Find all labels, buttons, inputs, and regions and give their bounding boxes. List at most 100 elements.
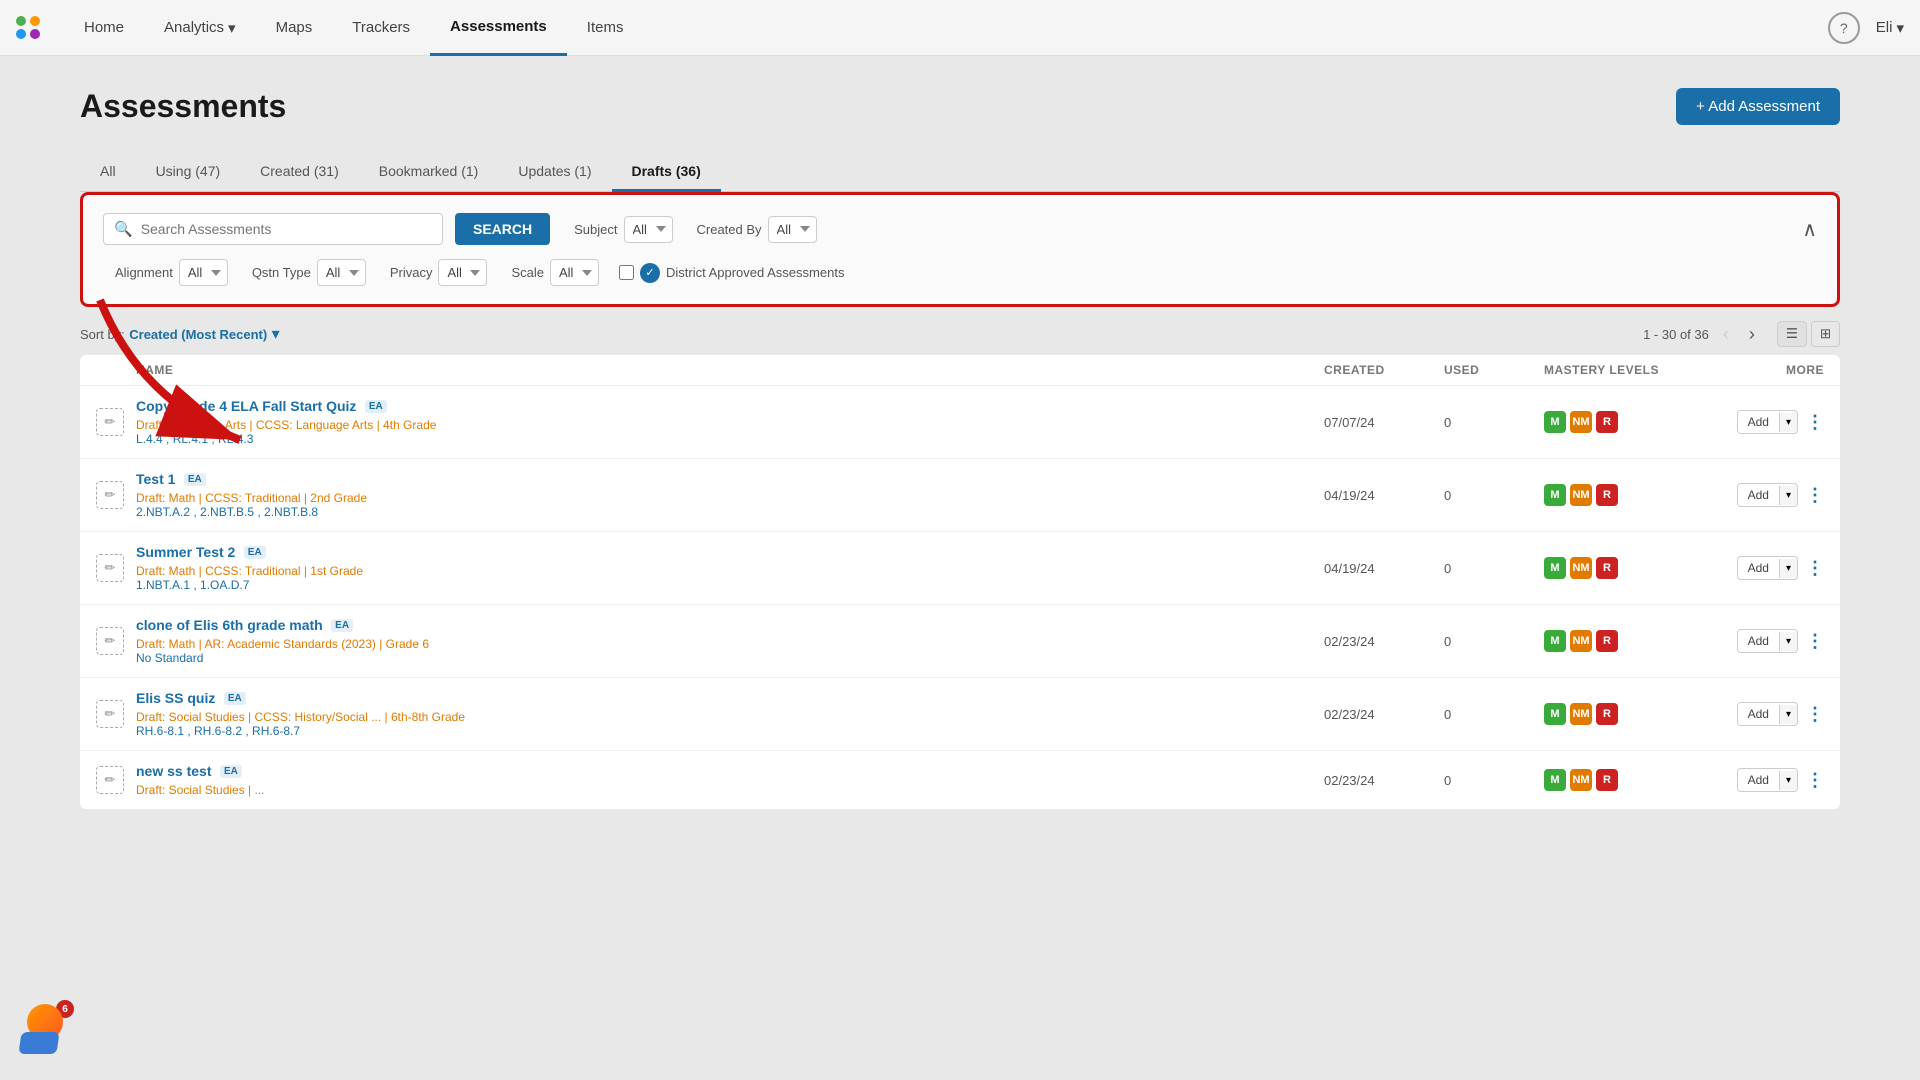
row-date: 02/23/24 [1324, 634, 1444, 649]
add-caret[interactable]: ▾ [1779, 559, 1797, 578]
row-date: 02/23/24 [1324, 773, 1444, 788]
table-row: ✏ Test 1 EA Draft: Math | CCSS: Traditio… [80, 459, 1840, 532]
search-input-wrap: 🔍 [103, 213, 443, 245]
alignment-select[interactable]: All [179, 259, 228, 286]
page-header: Assessments + Add Assessment [80, 88, 1840, 125]
prev-page-button[interactable]: ‹ [1717, 322, 1735, 347]
grid-view-button[interactable]: ⊞ [1811, 321, 1840, 347]
more-options-button[interactable]: ⋮ [1806, 485, 1824, 506]
more-options-button[interactable]: ⋮ [1806, 631, 1824, 652]
row-edit-icon[interactable]: ✏ [96, 408, 124, 436]
tab-updates[interactable]: Updates (1) [498, 153, 611, 192]
tab-created[interactable]: Created (31) [240, 153, 359, 192]
row-standards: RH.6-8.1 , RH.6-8.2 , RH.6-8.7 [136, 724, 1324, 738]
help-button[interactable]: ? [1828, 12, 1860, 44]
sort-chevron-icon: ▾ [272, 326, 280, 343]
row-name-cell: Copy Grade 4 ELA Fall Start Quiz EA Draf… [136, 398, 1324, 446]
privacy-select[interactable]: All [438, 259, 487, 286]
nav-maps[interactable]: Maps [256, 0, 333, 56]
nav-home[interactable]: Home [64, 0, 144, 56]
search-row-2: Alignment All Qstn Type All Privacy All … [103, 259, 1817, 286]
nav-assessments[interactable]: Assessments [430, 0, 567, 56]
tab-all[interactable]: All [80, 153, 136, 192]
col-more: MORE [1704, 363, 1824, 377]
add-dropdown: Add ▾ [1737, 768, 1798, 792]
app-icon-bottom [18, 1032, 59, 1054]
district-approved-checkbox[interactable] [619, 265, 634, 280]
tab-bookmarked[interactable]: Bookmarked (1) [359, 153, 499, 192]
mastery-r: R [1596, 703, 1618, 725]
mastery-r: R [1596, 557, 1618, 579]
more-options-button[interactable]: ⋮ [1806, 704, 1824, 725]
add-button[interactable]: Add [1738, 769, 1779, 791]
subject-select[interactable]: All [624, 216, 673, 243]
add-caret[interactable]: ▾ [1779, 771, 1797, 790]
row-date: 07/07/24 [1324, 415, 1444, 430]
assessment-name-link[interactable]: Summer Test 2 [136, 544, 235, 560]
mastery-nm: NM [1570, 769, 1592, 791]
row-edit-icon[interactable]: ✏ [96, 700, 124, 728]
row-date: 04/19/24 [1324, 488, 1444, 503]
assessment-name-link[interactable]: Test 1 [136, 471, 175, 487]
add-caret[interactable]: ▾ [1779, 486, 1797, 505]
nav-trackers[interactable]: Trackers [332, 0, 430, 56]
more-options-button[interactable]: ⋮ [1806, 770, 1824, 791]
bottom-left-app-icon[interactable]: 6 [20, 1004, 76, 1060]
table-header: NAME CREATED USED MASTERY LEVELS MORE [80, 355, 1840, 386]
mastery-levels: M NM R [1544, 411, 1704, 433]
row-edit-icon[interactable]: ✏ [96, 554, 124, 582]
nav-items[interactable]: Items [567, 0, 644, 56]
mastery-m: M [1544, 484, 1566, 506]
add-caret[interactable]: ▾ [1779, 413, 1797, 432]
tab-using[interactable]: Using (47) [136, 153, 241, 192]
row-actions: Add ▾ ⋮ [1704, 702, 1824, 726]
tabs-bar: All Using (47) Created (31) Bookmarked (… [80, 153, 1840, 192]
search-input[interactable] [141, 221, 432, 237]
add-button[interactable]: Add [1738, 411, 1779, 433]
mastery-levels: M NM R [1544, 703, 1704, 725]
created-by-select[interactable]: All [768, 216, 817, 243]
assessment-name-link[interactable]: new ss test [136, 763, 211, 779]
logo[interactable] [16, 16, 40, 40]
assessment-name-link[interactable]: Copy Grade 4 ELA Fall Start Quiz [136, 398, 356, 414]
view-icons: ☰ ⊞ [1777, 321, 1840, 347]
nav-analytics[interactable]: Analytics ▾ [144, 0, 256, 56]
row-meta: Draft: Math | CCSS: Traditional | 1st Gr… [136, 564, 1324, 578]
mastery-r: R [1596, 769, 1618, 791]
add-button[interactable]: Add [1738, 703, 1779, 725]
alignment-label: Alignment [115, 265, 173, 280]
add-button[interactable]: Add [1738, 630, 1779, 652]
district-approved-wrap: ✓ District Approved Assessments [619, 263, 844, 283]
sort-value[interactable]: Created (Most Recent) [129, 327, 267, 342]
add-button[interactable]: Add [1738, 484, 1779, 506]
tab-drafts[interactable]: Drafts (36) [612, 153, 721, 192]
more-options-button[interactable]: ⋮ [1806, 558, 1824, 579]
next-page-button[interactable]: › [1743, 322, 1761, 347]
more-options-button[interactable]: ⋮ [1806, 412, 1824, 433]
row-edit-icon[interactable]: ✏ [96, 766, 124, 794]
row-meta: Draft: Language Arts | CCSS: Language Ar… [136, 418, 1324, 432]
list-view-button[interactable]: ☰ [1777, 321, 1807, 347]
subject-filter: Subject All [574, 216, 672, 243]
privacy-label: Privacy [390, 265, 433, 280]
qstn-type-select[interactable]: All [317, 259, 366, 286]
scale-filter: Scale All [511, 259, 599, 286]
mastery-levels: M NM R [1544, 630, 1704, 652]
user-menu[interactable]: Eli ▾ [1876, 19, 1904, 37]
row-edit-icon[interactable]: ✏ [96, 627, 124, 655]
add-button[interactable]: Add [1738, 557, 1779, 579]
assessment-name-link[interactable]: Elis SS quiz [136, 690, 215, 706]
add-assessment-button[interactable]: + Add Assessment [1676, 88, 1840, 125]
add-caret[interactable]: ▾ [1779, 632, 1797, 651]
scale-select[interactable]: All [550, 259, 599, 286]
search-button[interactable]: SEARCH [455, 213, 550, 245]
collapse-button[interactable]: ∧ [1802, 217, 1817, 242]
row-used: 0 [1444, 561, 1544, 576]
qstn-type-label: Qstn Type [252, 265, 311, 280]
assessment-name-link[interactable]: clone of Elis 6th grade math [136, 617, 323, 633]
row-edit-icon[interactable]: ✏ [96, 481, 124, 509]
table-row: ✏ Elis SS quiz EA Draft: Social Studies … [80, 678, 1840, 751]
district-approved-label: District Approved Assessments [666, 265, 844, 280]
add-dropdown: Add ▾ [1737, 556, 1798, 580]
add-caret[interactable]: ▾ [1779, 705, 1797, 724]
